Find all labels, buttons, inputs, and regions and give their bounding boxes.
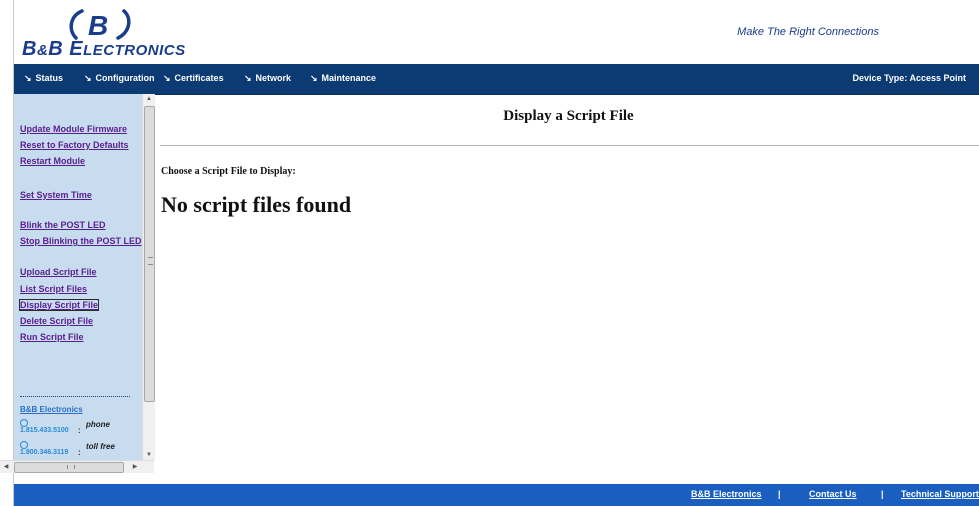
contact-toll-free-number[interactable]: 1.800.346.3119 [20,449,68,456]
contact-phone-kind: phone [86,420,110,429]
nav-arrow-icon: ↘ [24,73,32,83]
sidebar-link-update-firmware[interactable]: Update Module Firmware [20,124,127,134]
skype-phone-icon[interactable] [20,441,28,449]
footer-link-technical-support[interactable]: Technical Support [901,489,979,499]
sidebar-vertical-scrollbar[interactable]: ▲ ▼ [142,94,155,460]
choose-script-label: Choose a Script File to Display: [161,166,296,177]
sidebar-link-list-scripts[interactable]: List Script Files [20,284,87,294]
footer-separator: | [778,489,781,499]
sidebar-horizontal-scrollbar[interactable]: ◀ ▶ [0,460,154,473]
nav-arrow-icon: ↘ [244,73,252,83]
nav-arrow-icon: ↘ [310,73,318,83]
scroll-down-arrow-icon[interactable]: ▼ [143,450,155,460]
contact-toll-free: 1.800.346.3119 : toll free [20,441,115,457]
sidebar-link-run-script[interactable]: Run Script File [20,332,84,342]
nav-arrow-icon: ↘ [163,73,171,83]
contact-phone-number[interactable]: 1.815.433.5100 [20,427,69,434]
scroll-right-arrow-icon[interactable]: ▶ [130,461,140,473]
sidebar-link-delete-script[interactable]: Delete Script File [20,316,93,326]
nav-item-status[interactable]: ↘ Status [24,73,63,84]
scroll-thumb-horizontal[interactable] [14,462,124,473]
footer-link-contact-us[interactable]: Contact Us [809,489,857,499]
sidebar-divider [20,396,130,398]
sidebar-link-upload-script[interactable]: Upload Script File [20,267,97,277]
skype-phone-icon[interactable] [20,419,28,427]
scroll-grip-icon [67,465,75,469]
device-type-label: Device Type: Access Point [852,73,966,83]
footer-link-bb-electronics[interactable]: B&B Electronics [691,489,762,499]
page-title: Display a Script File [503,108,634,124]
scroll-left-arrow-icon[interactable]: ◀ [1,461,11,473]
main-nav-bar: ↘ Status ↘ Configuration ↘ Certificates ↘ Ne… [14,64,979,95]
page-header: B B&B ELECTRONICS Make The Right Connect… [14,0,979,64]
svg-text:B: B [88,10,108,40]
brand-tagline: Make The Right Connections [737,26,879,38]
sidebar-link-set-system-time[interactable]: Set System Time [20,190,92,200]
scroll-thumb[interactable] [144,106,155,402]
contact-toll-free-kind: toll free [86,442,115,451]
sidebar-company-link[interactable]: B&B Electronics [20,405,83,414]
sidebar-link-restart-module[interactable]: Restart Module [20,156,85,166]
page-footer: B&B Electronics | Contact Us | Technical… [14,484,979,506]
title-divider [160,145,979,146]
brand-logo[interactable]: B B&B ELECTRONICS [22,8,222,60]
scroll-up-arrow-icon[interactable]: ▲ [143,94,155,104]
nav-item-configuration[interactable]: ↘ Configuration [84,73,155,84]
scroll-grip-icon [148,257,153,265]
sidebar-link-reset-defaults[interactable]: Reset to Factory Defaults [20,140,129,150]
sidebar: Update Module Firmware Reset to Factory … [14,94,142,460]
nav-item-maintenance[interactable]: ↘ Maintenance [310,73,376,84]
contact-phone: 1.815.433.5100 : phone [20,419,110,435]
sidebar-link-display-script[interactable]: Display Script File [18,299,100,311]
logo-b-mark-icon: B [69,9,131,40]
empty-state-message: No script files found [161,192,352,217]
nav-item-network[interactable]: ↘ Network [244,73,291,84]
footer-separator: | [881,489,884,499]
sidebar-link-stop-blink-post-led[interactable]: Stop Blinking the POST LED [20,236,142,246]
sidebar-link-blink-post-led[interactable]: Blink the POST LED [20,220,106,230]
nav-item-certificates[interactable]: ↘ Certificates [163,73,224,84]
brand-wordmark: B&B ELECTRONICS [22,38,186,60]
nav-arrow-icon: ↘ [84,73,92,83]
